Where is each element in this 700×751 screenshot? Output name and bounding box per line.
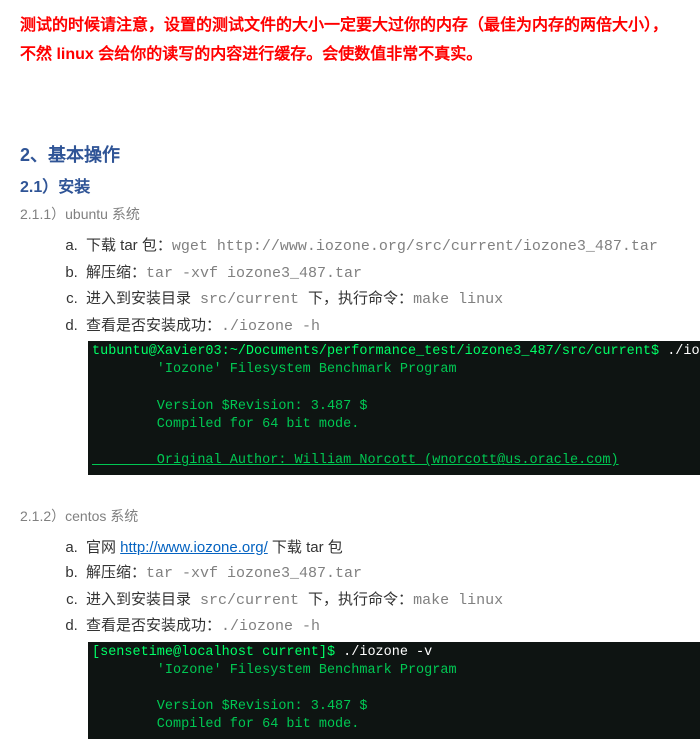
step-text: 解压缩： xyxy=(86,564,146,581)
step-cmd: src/current xyxy=(191,291,308,308)
terminal-line: 'Iozone' Filesystem Benchmark Program xyxy=(92,362,457,377)
step-cmd: wget http://www.iozone.org/src/current/i… xyxy=(172,238,658,255)
terminal-line xyxy=(92,381,100,396)
step-cmd: make linux xyxy=(413,291,503,308)
terminal-prompt: tubuntu@Xavier03:~/Documents/performance… xyxy=(92,344,659,359)
ubuntu-step-d: 查看是否安装成功：./iozone -h tubuntu@Xavier03:~/… xyxy=(82,313,680,475)
step-text: 查看是否安装成功： xyxy=(86,317,221,334)
terminal-line xyxy=(92,681,100,696)
warning-note: 测试的时候请注意，设置的测试文件的大小一定要大过你的内存（最佳为内存的两倍大小）… xyxy=(20,12,680,70)
terminal-typed: ./iozone -v xyxy=(659,344,700,359)
ubuntu-step-c: 进入到安装目录 src/current 下，执行命令：make linux xyxy=(82,286,680,313)
step-cmd: tar -xvf iozone3_487.tar xyxy=(146,265,362,282)
terminal-typed: ./iozone -v xyxy=(335,645,432,660)
terminal-prompt: [sensetime@localhost current]$ xyxy=(92,645,335,660)
centos-steps: 官网 http://www.iozone.org/ 下载 tar 包 解压缩：t… xyxy=(20,535,680,739)
step-cmd: ./iozone -h xyxy=(221,618,320,635)
terminal-line: Compiled for 64 bit mode. xyxy=(92,417,359,432)
step-text: 官网 xyxy=(86,539,120,556)
step-cmd: make linux xyxy=(413,592,503,609)
terminal-line xyxy=(92,435,100,450)
step-text: 下，执行命令： xyxy=(308,591,413,608)
step-cmd: src/current xyxy=(191,592,308,609)
centos-step-a: 官网 http://www.iozone.org/ 下载 tar 包 xyxy=(82,535,680,561)
terminal-output-centos: [sensetime@localhost current]$ ./iozone … xyxy=(88,642,700,739)
heading-install: 2.1）安装 xyxy=(20,174,680,201)
heading-basic-ops: 2、基本操作 xyxy=(20,140,680,171)
terminal-line: Version $Revision: 3.487 $ xyxy=(92,399,367,414)
step-text: 解压缩： xyxy=(86,264,146,281)
step-text: 进入到安装目录 xyxy=(86,290,191,307)
subheading-ubuntu: 2.1.1）ubuntu 系统 xyxy=(20,203,680,227)
iozone-link[interactable]: http://www.iozone.org/ xyxy=(120,539,268,556)
terminal-line: 'Iozone' Filesystem Benchmark Program xyxy=(92,663,457,678)
terminal-line: Compiled for 64 bit mode. xyxy=(92,717,359,732)
step-text: 下载 tar 包： xyxy=(86,237,172,254)
ubuntu-step-a: 下载 tar 包：wget http://www.iozone.org/src/… xyxy=(82,233,680,260)
terminal-output-ubuntu: tubuntu@Xavier03:~/Documents/performance… xyxy=(88,341,700,475)
terminal-line: Original Author: William Norcott (wnorco… xyxy=(92,453,619,468)
terminal-line: Version $Revision: 3.487 $ xyxy=(92,699,367,714)
step-text: 下，执行命令： xyxy=(308,290,413,307)
step-text: 进入到安装目录 xyxy=(86,591,191,608)
centos-step-d: 查看是否安装成功：./iozone -h [sensetime@localhos… xyxy=(82,613,680,739)
centos-step-b: 解压缩：tar -xvf iozone3_487.tar xyxy=(82,560,680,587)
subheading-centos: 2.1.2）centos 系统 xyxy=(20,505,680,529)
step-cmd: ./iozone -h xyxy=(221,318,320,335)
step-cmd: tar -xvf iozone3_487.tar xyxy=(146,565,362,582)
step-text: 下载 tar 包 xyxy=(268,539,343,556)
centos-step-c: 进入到安装目录 src/current 下，执行命令：make linux xyxy=(82,587,680,614)
step-text: 查看是否安装成功： xyxy=(86,617,221,634)
ubuntu-steps: 下载 tar 包：wget http://www.iozone.org/src/… xyxy=(20,233,680,475)
ubuntu-step-b: 解压缩：tar -xvf iozone3_487.tar xyxy=(82,260,680,287)
